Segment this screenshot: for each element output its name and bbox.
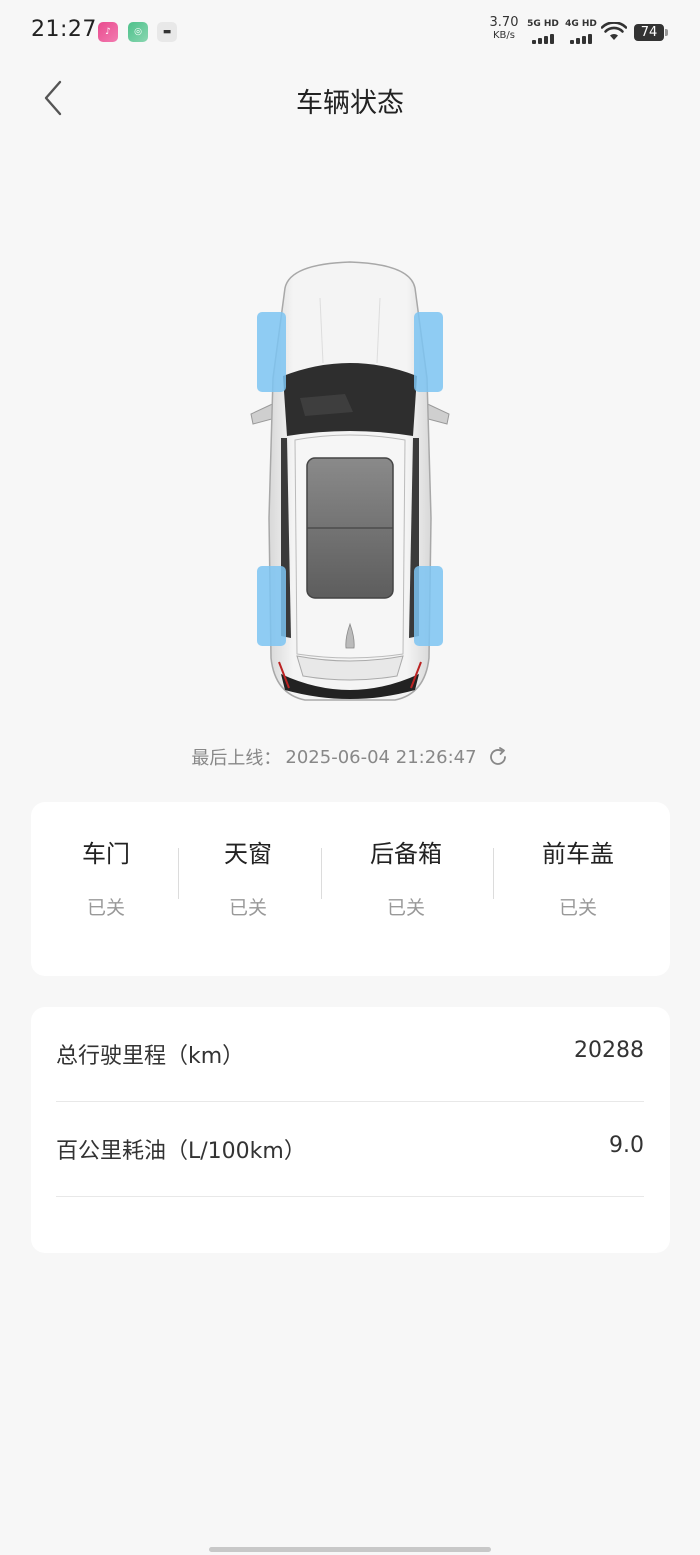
status-item-title: 天窗 xyxy=(224,840,272,868)
rear-right-tire xyxy=(414,566,443,646)
fuel-consumption-value: 9.0 xyxy=(609,1133,644,1158)
status-bar: 21:27 ♪ ◎ ▬ 3.70 KB/s 5G HD 4G HD 74 xyxy=(0,0,700,64)
car-top-view-image xyxy=(250,261,450,701)
last-online-label: 最后上线： xyxy=(191,748,282,769)
fuel-consumption-label: 百公里耗油（L/100km） xyxy=(56,1139,306,1164)
mileage-label: 总行驶里程（km） xyxy=(56,1044,245,1069)
rear-left-tire xyxy=(257,566,286,646)
status-item-value: 已关 xyxy=(386,897,425,919)
sim2-label: 4G HD xyxy=(565,19,597,29)
divider xyxy=(321,848,322,899)
front-right-tire xyxy=(414,312,443,392)
status-item-title: 车门 xyxy=(82,840,130,868)
status-item-value: 已关 xyxy=(86,897,125,919)
sim1-signal-icon: 5G HD xyxy=(526,19,560,44)
page-title: 车辆状态 xyxy=(296,88,404,119)
last-online: 最后上线： 2025-06-04 21:26:47 xyxy=(0,744,700,770)
refresh-icon[interactable] xyxy=(487,746,509,768)
network-speed-unit: KB/s xyxy=(493,30,515,41)
app-notification-icon: ◎ xyxy=(128,22,148,42)
sim1-label: 5G HD xyxy=(527,19,559,29)
divider xyxy=(178,848,179,899)
battery-icon: 74 xyxy=(634,24,668,41)
network-speed-value: 3.70 xyxy=(489,15,519,30)
last-online-time: 2025-06-04 21:26:47 xyxy=(285,746,477,768)
status-time: 21:27 xyxy=(31,17,97,42)
trunk-status: 后备箱 已关 xyxy=(346,834,466,920)
front-left-tire xyxy=(257,312,286,392)
divider xyxy=(493,848,494,899)
mileage-row: 总行驶里程（km） 20288 xyxy=(56,1007,644,1102)
app-notification-icon: ♪ xyxy=(98,22,118,42)
home-indicator[interactable] xyxy=(209,1547,491,1552)
sim2-signal-icon: 4G HD xyxy=(564,19,598,44)
door-status: 车门 已关 xyxy=(56,834,156,920)
status-item-title: 后备箱 xyxy=(370,840,442,868)
fuel-consumption-row: 百公里耗油（L/100km） 9.0 xyxy=(56,1102,644,1197)
network-speed: 3.70 KB/s xyxy=(487,15,521,42)
status-item-value: 已关 xyxy=(558,897,597,919)
sunroof-status: 天窗 已关 xyxy=(198,834,298,920)
car-app-notification-icon: ▬ xyxy=(157,22,177,42)
status-item-value: 已关 xyxy=(228,897,267,919)
status-item-title: 前车盖 xyxy=(542,840,614,868)
mileage-value: 20288 xyxy=(574,1038,644,1063)
wifi-icon xyxy=(601,22,627,40)
hood-status: 前车盖 已关 xyxy=(518,834,638,920)
